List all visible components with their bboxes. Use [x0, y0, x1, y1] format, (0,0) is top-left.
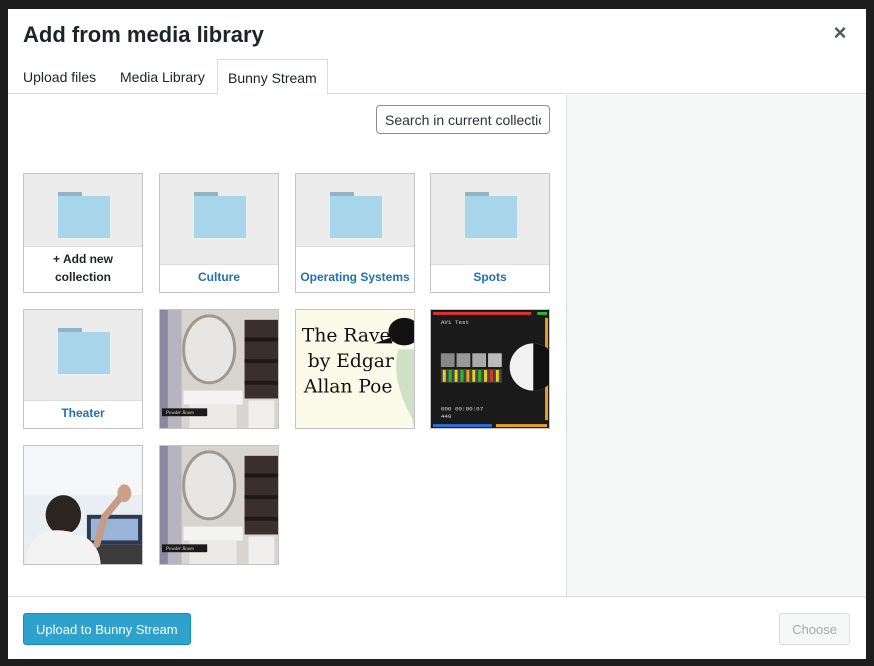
search-input[interactable] [376, 105, 550, 134]
bathroom-thumbnail: Powder Room [160, 446, 278, 564]
office-thumbnail [24, 446, 142, 564]
raven-line-2: by Edgar [308, 351, 394, 372]
tab-bar: Upload files Media Library Bunny Stream [8, 57, 866, 95]
folder-icon [194, 192, 246, 238]
collection-culture[interactable]: Culture [159, 173, 279, 293]
raven-thumbnail: The Raven by Edgar Allan Poe [296, 310, 414, 428]
folder-icon [58, 328, 110, 374]
collection-label: + Add new collection [24, 246, 142, 292]
modal-footer: Upload to Bunny Stream Choose [8, 596, 866, 659]
tab-upload-files[interactable]: Upload files [23, 69, 96, 85]
tab-bunny-stream[interactable]: Bunny Stream [217, 59, 328, 95]
av1-title: AV1 Test [441, 319, 469, 326]
collection-label: Theater [24, 400, 142, 428]
media-modal: Add from media library × Upload files Me… [8, 9, 866, 659]
choose-button[interactable]: Choose [779, 613, 850, 645]
tab-media-library[interactable]: Media Library [120, 69, 205, 85]
video-thumbnail-av1-test[interactable]: AV1 Test 000 00:00:07 449 [430, 309, 550, 429]
bathroom-thumbnail: Powder Room [160, 310, 278, 428]
upload-to-bunny-stream-button[interactable]: Upload to Bunny Stream [23, 613, 191, 645]
collection-label: Culture [160, 264, 278, 292]
video-caption: Powder Room [165, 547, 194, 552]
raven-line-1: The Raven [302, 325, 403, 346]
av1-timecode: 000 00:00:07 [441, 405, 484, 412]
video-thumbnail-powder-room-2[interactable]: Powder Room [159, 445, 279, 565]
close-icon[interactable]: × [832, 22, 848, 44]
video-caption: Powder Room [165, 411, 194, 416]
collection-label: Spots [431, 264, 549, 292]
folder-icon [465, 192, 517, 238]
collection-label: Operating Systems [296, 246, 414, 292]
folder-icon [58, 192, 110, 238]
collection-add-new[interactable]: + Add new collection [23, 173, 143, 293]
collection-browser: + Add new collection Culture Operating S… [8, 95, 566, 596]
video-thumbnail-powder-room[interactable]: Powder Room [159, 309, 279, 429]
av1-test-thumbnail: AV1 Test 000 00:00:07 449 [431, 310, 549, 428]
collection-theater[interactable]: Theater [23, 309, 143, 429]
av1-frame: 449 [441, 413, 452, 420]
video-thumbnail-office[interactable] [23, 445, 143, 565]
folder-icon [330, 192, 382, 238]
video-thumbnail-raven[interactable]: The Raven by Edgar Allan Poe [295, 309, 415, 429]
attachment-details-sidebar [566, 95, 866, 596]
collection-spots[interactable]: Spots [430, 173, 550, 293]
modal-title: Add from media library [23, 22, 264, 47]
collection-operating-systems[interactable]: Operating Systems [295, 173, 415, 293]
raven-line-3: Allan Poe [303, 377, 393, 398]
